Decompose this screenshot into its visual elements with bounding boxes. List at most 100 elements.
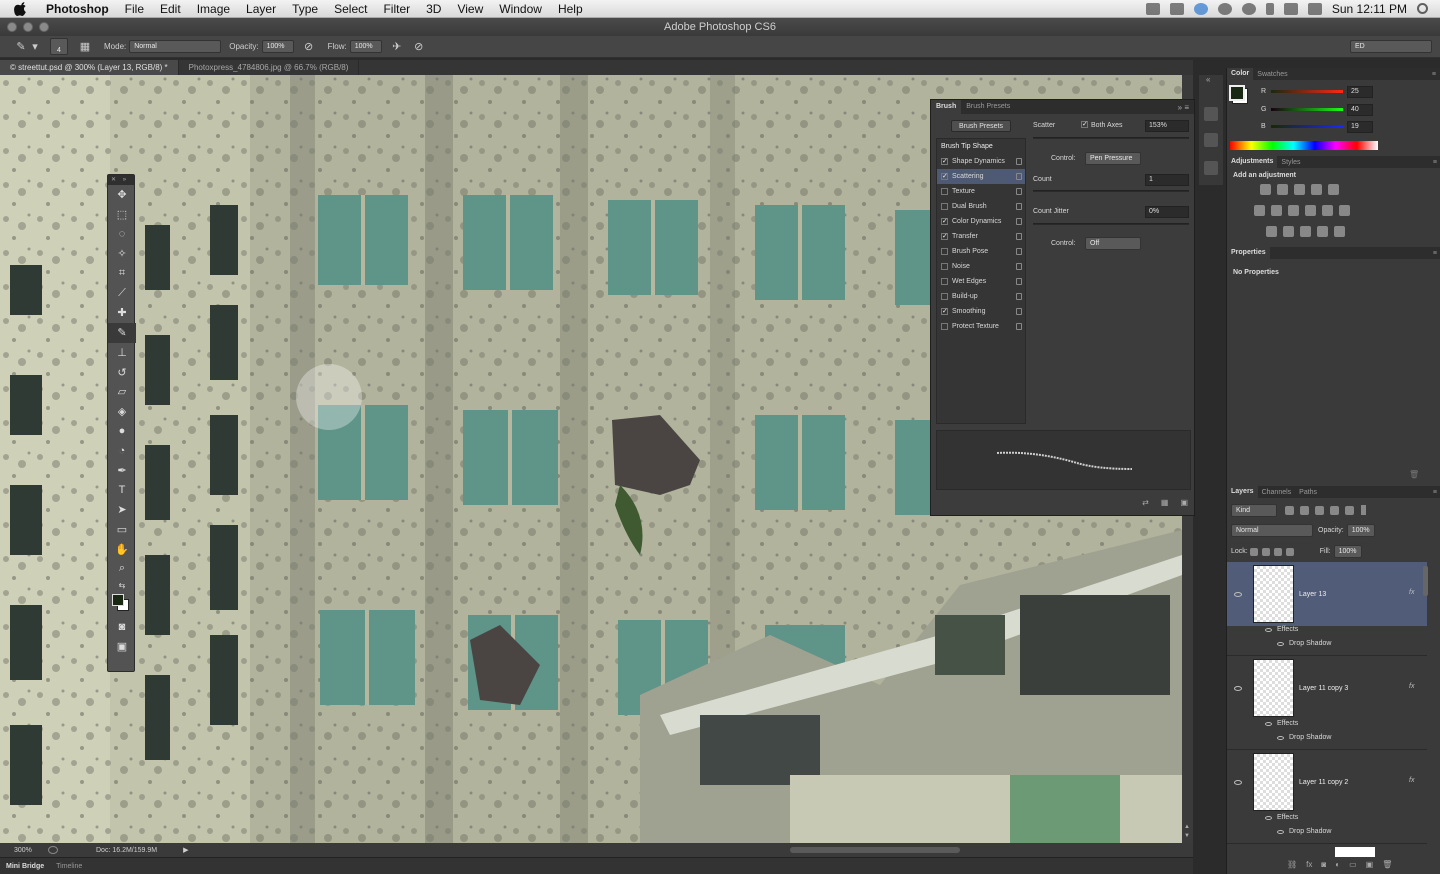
lock-icon[interactable] — [1016, 263, 1022, 270]
posterize-icon[interactable] — [1283, 226, 1294, 237]
swap-colors-icon[interactable]: ⇆ — [108, 579, 136, 593]
history-brush-tool-icon[interactable]: ↺ — [108, 362, 136, 382]
lock-all-icon[interactable] — [1285, 547, 1294, 556]
apple-icon[interactable] — [14, 1, 28, 16]
effects-eye-icon[interactable] — [1265, 628, 1272, 632]
quick-mask-icon[interactable]: ◙ — [108, 617, 136, 637]
brush-option-checkbox[interactable] — [941, 323, 948, 330]
layers-menu-icon[interactable]: ≡ — [1429, 489, 1440, 496]
brush-tool-icon[interactable]: ✎ — [108, 322, 136, 343]
brush-option-item[interactable]: Wet Edges — [937, 274, 1025, 289]
r-slider[interactable] — [1271, 90, 1343, 93]
layer-name[interactable]: Layer 11 copy 3 — [1299, 685, 1348, 692]
clone-stamp-tool-icon[interactable]: ⊥ — [108, 343, 136, 363]
layer-kind-filter[interactable]: Kind — [1231, 503, 1277, 517]
workspace-switcher[interactable]: ED — [1350, 40, 1432, 53]
filter-type-icon[interactable] — [1315, 505, 1324, 515]
filter-shape-icon[interactable] — [1330, 505, 1339, 515]
dodge-tool-icon[interactable]: ◔ — [108, 441, 136, 461]
fx-icon[interactable]: fx — [1409, 683, 1414, 690]
type-tool-icon[interactable]: T — [108, 480, 136, 500]
menu-edit[interactable]: Edit — [152, 0, 189, 18]
hand-tool-icon[interactable]: ✋ — [108, 539, 136, 559]
menu-app[interactable]: Photoshop — [38, 0, 117, 18]
visibility-eye-icon[interactable] — [1234, 686, 1242, 691]
blend-mode-select[interactable]: Normal — [1231, 524, 1313, 537]
healing-brush-tool-icon[interactable]: ✚ — [108, 303, 136, 323]
tab-brush-presets[interactable]: Brush Presets — [961, 100, 1015, 114]
brush-option-item[interactable]: ✓ Transfer — [937, 229, 1025, 244]
color-balance-icon[interactable] — [1271, 205, 1282, 216]
mode-select[interactable]: Normal — [129, 40, 222, 53]
tab-mini-bridge[interactable]: Mini Bridge — [0, 863, 50, 870]
eyedropper-tool-icon[interactable]: ⟋ — [108, 283, 136, 303]
brush-option-item[interactable]: Dual Brush — [937, 199, 1025, 214]
screen-record-icon[interactable] — [1145, 2, 1160, 15]
menubar-clock[interactable]: Sun 12:11 PM — [1332, 2, 1407, 16]
channel-mixer-icon[interactable] — [1322, 205, 1333, 216]
eraser-tool-icon[interactable]: ▱ — [108, 382, 136, 402]
screen-mode-icon[interactable]: ▣ — [108, 636, 136, 656]
tab-timeline[interactable]: Timeline — [50, 863, 88, 870]
canvas-horizontal-scrollbar[interactable] — [790, 847, 960, 853]
layer-thumbnail[interactable] — [1253, 565, 1294, 623]
filter-toggle-icon[interactable] — [1361, 505, 1366, 515]
battery-status-icon[interactable] — [1169, 2, 1184, 15]
brush-option-checkbox[interactable] — [941, 293, 948, 300]
lock-icon[interactable] — [1016, 173, 1022, 180]
brush-presets-button[interactable]: Brush Presets — [951, 120, 1011, 132]
tab-streettut[interactable]: © streettut.psd @ 300% (Layer 13, RGB/8)… — [0, 60, 179, 75]
menu-window[interactable]: Window — [491, 0, 550, 18]
properties-title[interactable]: Properties — [1227, 247, 1270, 259]
both-axes-checkbox[interactable]: ✓ — [1081, 121, 1088, 128]
tab-swatches[interactable]: Swatches — [1253, 71, 1291, 78]
move-tool-icon[interactable]: ✥ — [108, 185, 136, 205]
layer-row[interactable]: Layer 13 fx Effects Drop Shadow — [1227, 562, 1427, 656]
selective-color-icon[interactable] — [1334, 226, 1345, 237]
layer-name[interactable]: Layer 11 copy 2 — [1299, 779, 1348, 786]
menu-image[interactable]: Image — [189, 0, 238, 18]
paint-bucket-tool-icon[interactable]: ◈ — [108, 402, 136, 422]
layer-row[interactable]: Layer 11 copy 2 fx Effects Drop Shadow — [1227, 750, 1427, 844]
brush-option-checkbox[interactable]: ✓ — [941, 233, 948, 240]
brush-option-checkbox[interactable]: ✓ — [941, 173, 948, 180]
menu-help[interactable]: Help — [550, 0, 591, 18]
foreground-color-swatch[interactable] — [112, 593, 124, 606]
threshold-icon[interactable] — [1300, 226, 1311, 237]
r-value[interactable]: 25 — [1347, 86, 1373, 98]
effects-eye-icon[interactable] — [1265, 816, 1272, 820]
brush-option-checkbox[interactable] — [941, 203, 948, 210]
pressure-opacity-icon[interactable]: ⊘ — [302, 40, 316, 54]
lock-icon[interactable] — [1016, 278, 1022, 285]
menu-file[interactable]: File — [117, 0, 152, 18]
lock-icon[interactable] — [1016, 293, 1022, 300]
bluetooth-icon[interactable] — [1265, 2, 1274, 15]
brush-option-item[interactable]: ✓ Color Dynamics — [937, 214, 1025, 229]
black-white-icon[interactable] — [1288, 205, 1299, 216]
zoom-window-button[interactable] — [39, 22, 49, 32]
scroll-up-icon[interactable]: ▲ — [1184, 824, 1191, 830]
rectangle-tool-icon[interactable]: ▭ — [108, 520, 136, 540]
tab-paths[interactable]: Paths — [1295, 489, 1321, 496]
levels-icon[interactable] — [1277, 184, 1288, 195]
add-mask-icon[interactable]: ◙ — [1321, 860, 1326, 869]
magic-wand-tool-icon[interactable]: ✧ — [108, 244, 136, 264]
brush-option-checkbox[interactable] — [941, 248, 948, 255]
photo-filter-icon[interactable] — [1305, 205, 1316, 216]
brush-option-checkbox[interactable]: ✓ — [941, 308, 948, 315]
wifi-icon[interactable] — [1283, 2, 1298, 15]
tab-color[interactable]: Color — [1227, 68, 1254, 80]
brush-presets-dock-icon[interactable] — [1204, 133, 1218, 147]
drop-shadow-eye-icon[interactable] — [1277, 830, 1284, 834]
color-spectrum-bar[interactable] — [1230, 141, 1378, 150]
time-machine-icon[interactable] — [1241, 2, 1256, 15]
visibility-eye-icon[interactable] — [1234, 780, 1242, 785]
count-value[interactable]: 1 — [1145, 174, 1189, 186]
color-panel-menu-icon[interactable]: ≡ — [1428, 71, 1440, 78]
airbrush-icon[interactable]: ✈ — [390, 40, 404, 54]
lock-position-icon[interactable] — [1273, 547, 1282, 556]
b-value[interactable]: 19 — [1347, 121, 1373, 133]
invert-icon[interactable] — [1266, 226, 1277, 237]
status-menu-icon[interactable] — [48, 846, 58, 854]
filter-pixel-icon[interactable] — [1285, 505, 1294, 515]
